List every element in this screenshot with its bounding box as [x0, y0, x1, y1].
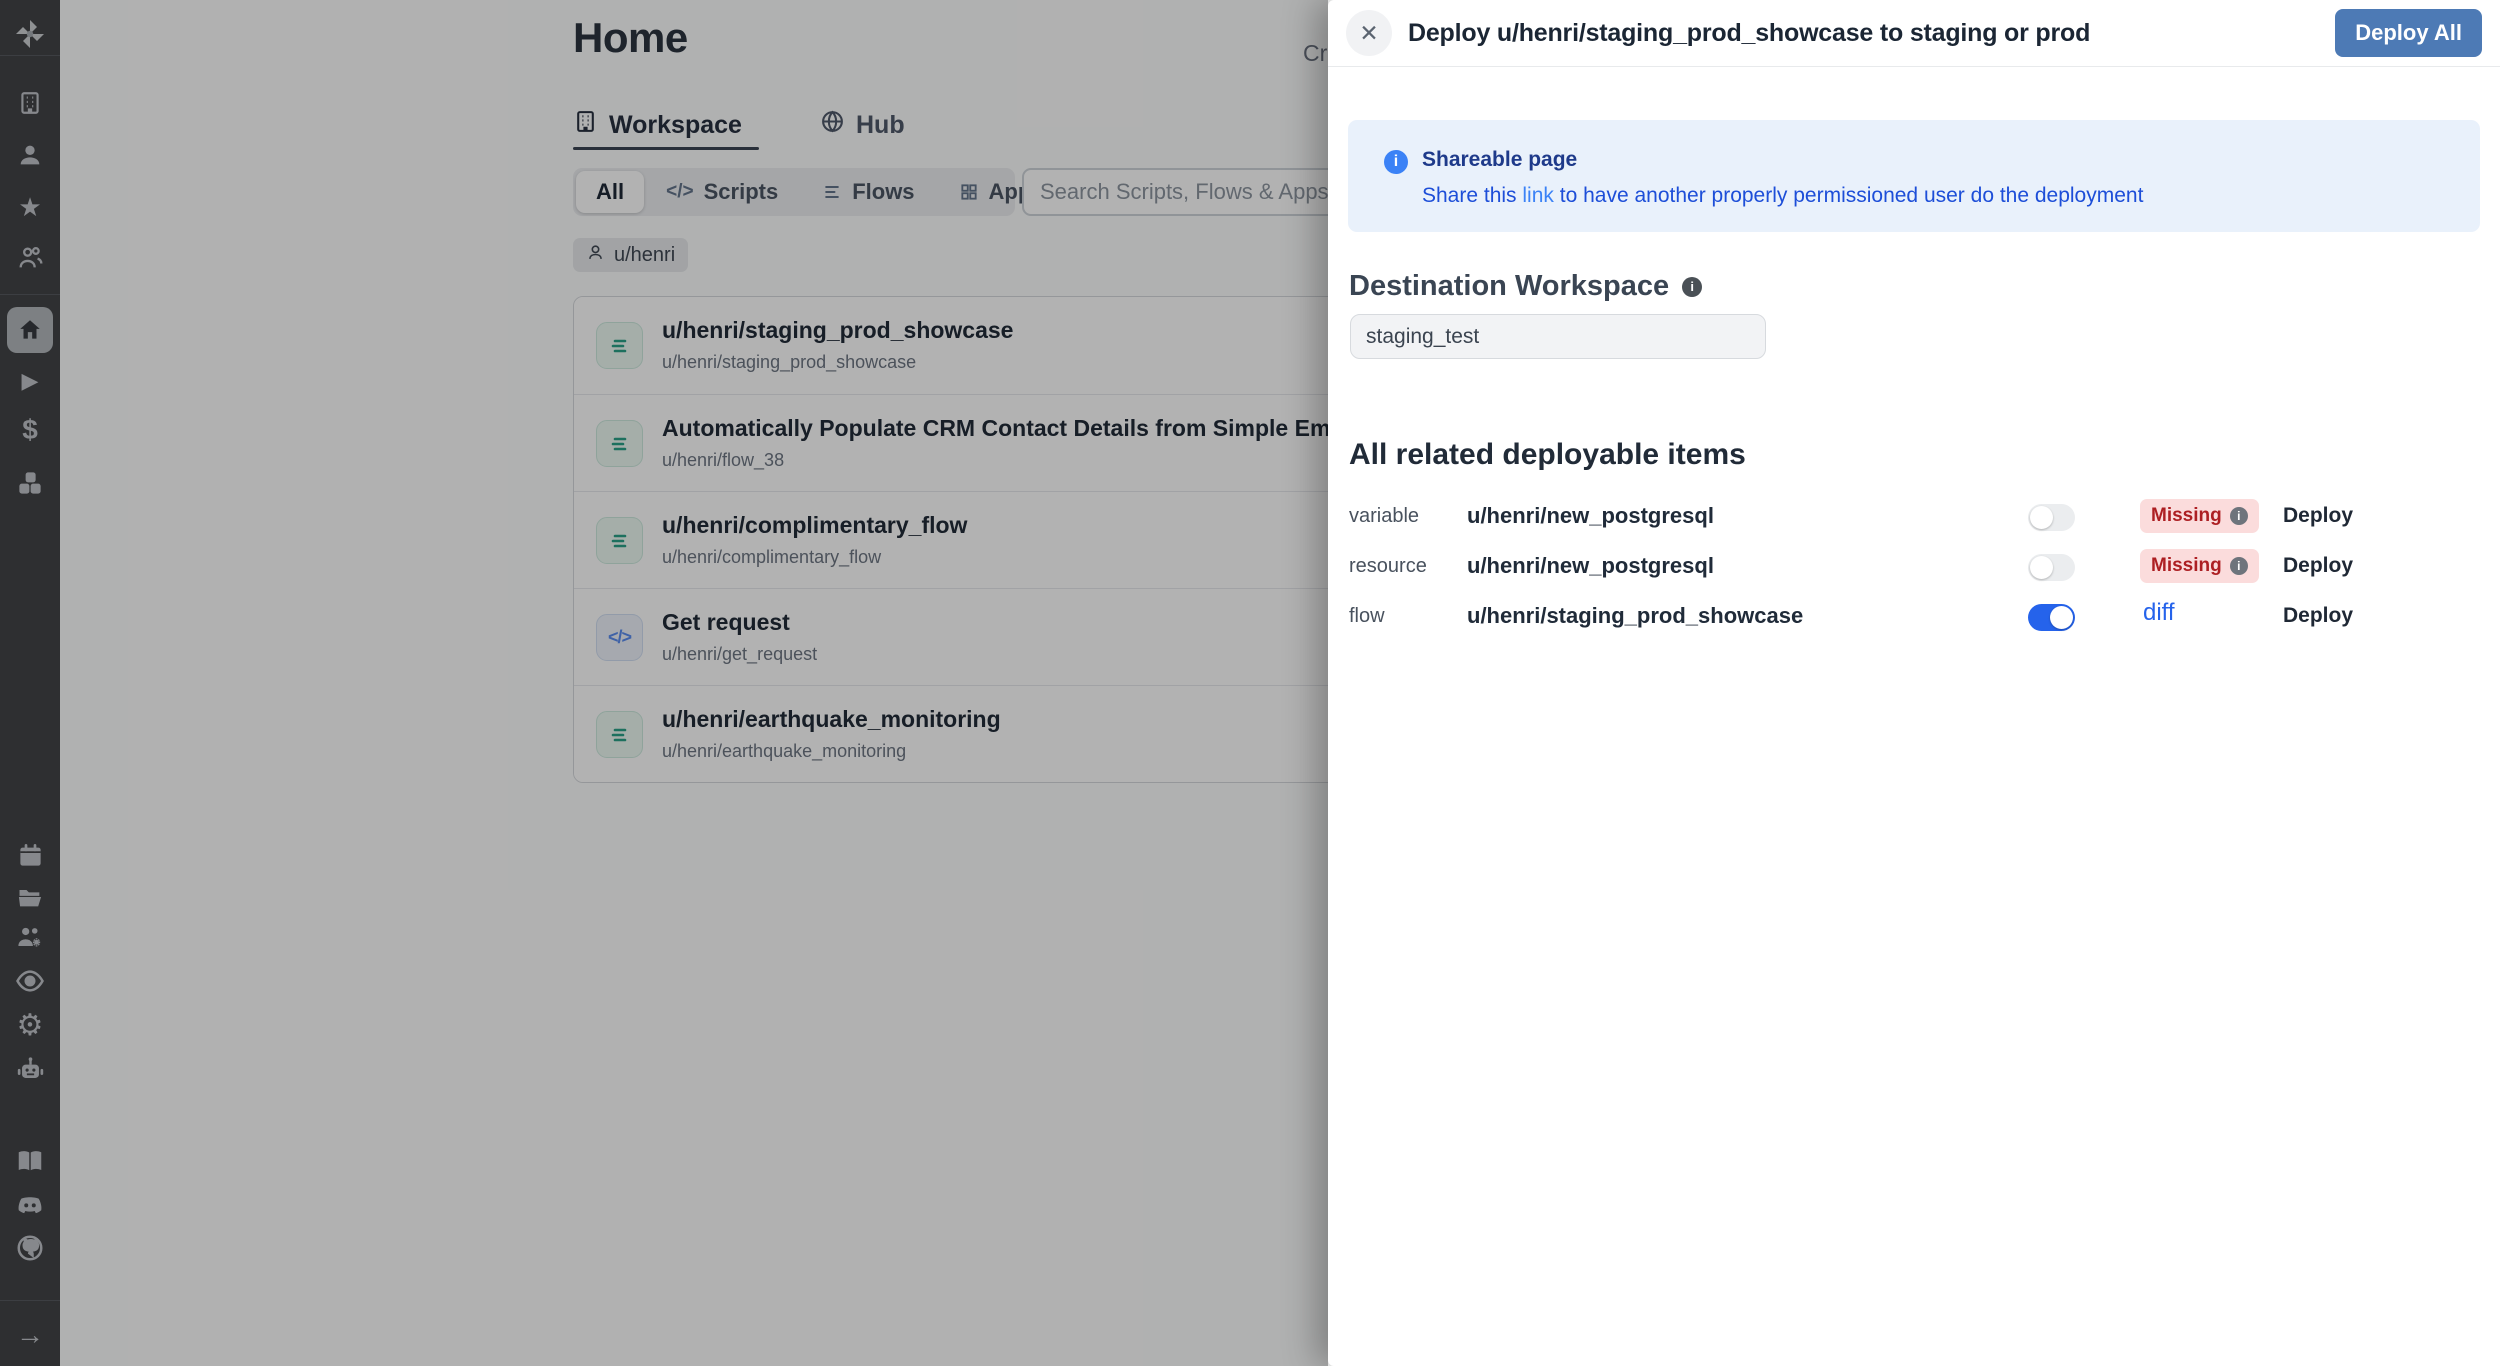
missing-label: Missing [2151, 505, 2222, 527]
deployable-item-row: variable u/henri/new_postgresql Missing i… [1328, 493, 2500, 543]
item-kind-label: flow [1349, 605, 1385, 628]
item-status: Missing i [2140, 499, 2270, 533]
item-name: u/henri/new_postgresql [1467, 553, 1714, 579]
info-title: Shareable page [1422, 148, 1577, 172]
include-toggle[interactable] [2028, 554, 2075, 581]
drawer-header: ✕ Deploy u/henri/staging_prod_showcase t… [1328, 0, 2500, 67]
item-status: diff [2140, 599, 2270, 627]
deployable-item-row: flow u/henri/staging_prod_showcase diff … [1328, 593, 2500, 643]
info-icon: i [1384, 150, 1408, 174]
info-icon: i [1682, 277, 1702, 297]
destination-workspace-input[interactable] [1350, 314, 1766, 359]
item-kind-label: variable [1349, 505, 1419, 528]
deploy-item-button[interactable]: Deploy [2283, 504, 2353, 528]
deployable-item-row: resource u/henri/new_postgresql Missing i… [1328, 543, 2500, 593]
toggle-knob [2030, 556, 2053, 579]
diff-link[interactable]: diff [2143, 599, 2175, 627]
shareable-page-info-box: i Shareable page Share this link to have… [1348, 120, 2480, 232]
missing-badge: Missing i [2140, 549, 2259, 583]
include-toggle[interactable] [2028, 604, 2075, 631]
item-kind-label: resource [1349, 555, 1427, 578]
modal-backdrop[interactable] [0, 0, 1328, 1366]
info-body-suffix: to have another properly permissioned us… [1554, 184, 2144, 207]
info-body: Share this link to have another properly… [1422, 184, 2143, 208]
deployable-items-heading: All related deployable items [1349, 438, 1746, 472]
info-body-prefix: Share this [1422, 184, 1522, 207]
info-icon: i [2230, 507, 2248, 525]
missing-label: Missing [2151, 555, 2222, 577]
deploy-drawer: ✕ Deploy u/henri/staging_prod_showcase t… [1328, 0, 2500, 1366]
info-icon: i [2230, 557, 2248, 575]
item-name: u/henri/new_postgresql [1467, 503, 1714, 529]
toggle-knob [2030, 506, 2053, 529]
deploy-item-button[interactable]: Deploy [2283, 554, 2353, 578]
toggle-knob [2050, 606, 2073, 629]
deploy-all-button[interactable]: Deploy All [2335, 9, 2482, 57]
destination-workspace-heading: Destination Workspace i [1349, 270, 1702, 303]
include-toggle[interactable] [2028, 504, 2075, 531]
missing-badge: Missing i [2140, 499, 2259, 533]
drawer-title: Deploy u/henri/staging_prod_showcase to … [1408, 19, 2090, 48]
modal-backdrop-sidebar [0, 0, 60, 1366]
item-status: Missing i [2140, 549, 2270, 583]
deploy-item-button[interactable]: Deploy [2283, 604, 2353, 628]
deployable-items-list: variable u/henri/new_postgresql Missing i… [1328, 493, 2500, 643]
close-x-glyph: ✕ [1359, 20, 1378, 47]
close-icon[interactable]: ✕ [1346, 10, 1392, 56]
shareable-link[interactable]: link [1522, 184, 1554, 207]
item-name: u/henri/staging_prod_showcase [1467, 603, 1803, 629]
destination-workspace-label: Destination Workspace [1349, 270, 1669, 303]
